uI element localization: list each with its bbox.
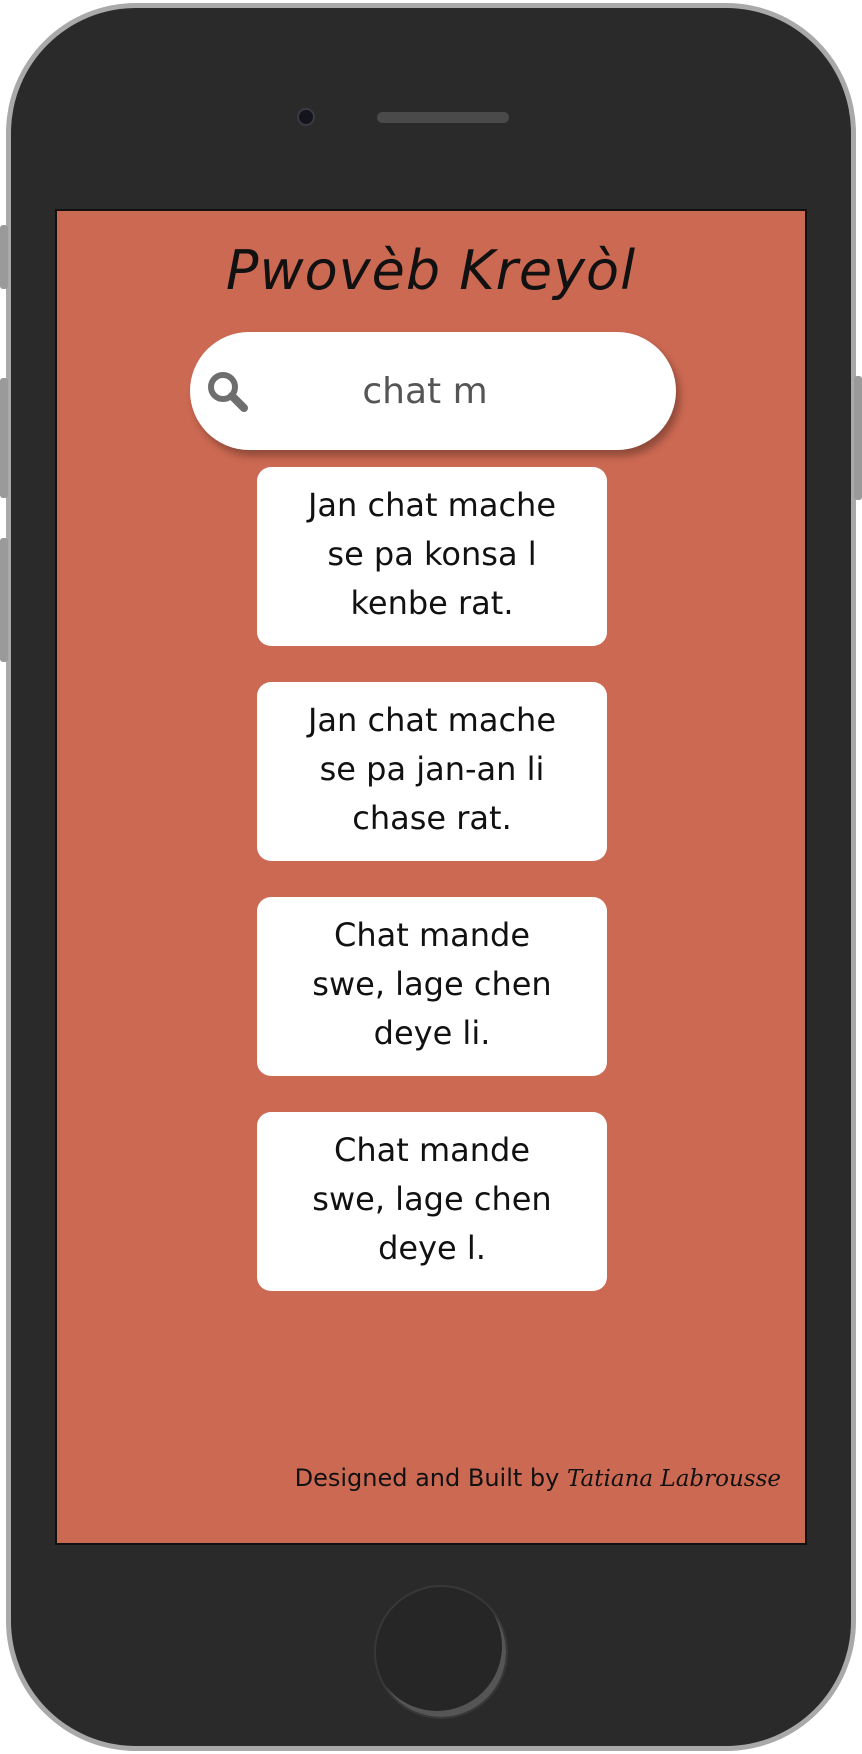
proverb-card[interactable]: Chat mande swe, lage chen deye l. [257, 1112, 607, 1291]
volume-up-button [0, 378, 8, 498]
proverb-card[interactable]: Chat mande swe, lage chen deye li. [257, 897, 607, 1076]
mute-switch [0, 225, 8, 289]
proverb-card[interactable]: Jan chat mache se pa konsa l kenbe rat. [257, 467, 607, 646]
search-bar[interactable] [190, 332, 676, 450]
search-icon [206, 370, 250, 414]
page-title: Pwovèb Kreyòl [225, 239, 637, 302]
footer-prefix: Designed and Built by [294, 1464, 560, 1492]
footer-credit: Designed and Built by Tatiana Labrousse [295, 1464, 781, 1492]
power-button [854, 376, 862, 500]
search-input[interactable] [260, 356, 590, 426]
home-button[interactable] [374, 1585, 508, 1719]
app-screen: Pwovèb Kreyòl Jan chat mache se pa konsa… [55, 209, 807, 1545]
footer-author: Tatiana Labrousse [567, 1466, 781, 1492]
results-list: Jan chat mache se pa konsa l kenbe rat. … [257, 467, 607, 1327]
front-camera [297, 108, 315, 126]
volume-down-button [0, 538, 8, 662]
earpiece-speaker [377, 112, 509, 123]
proverb-card[interactable]: Jan chat mache se pa jan-an li chase rat… [257, 682, 607, 861]
